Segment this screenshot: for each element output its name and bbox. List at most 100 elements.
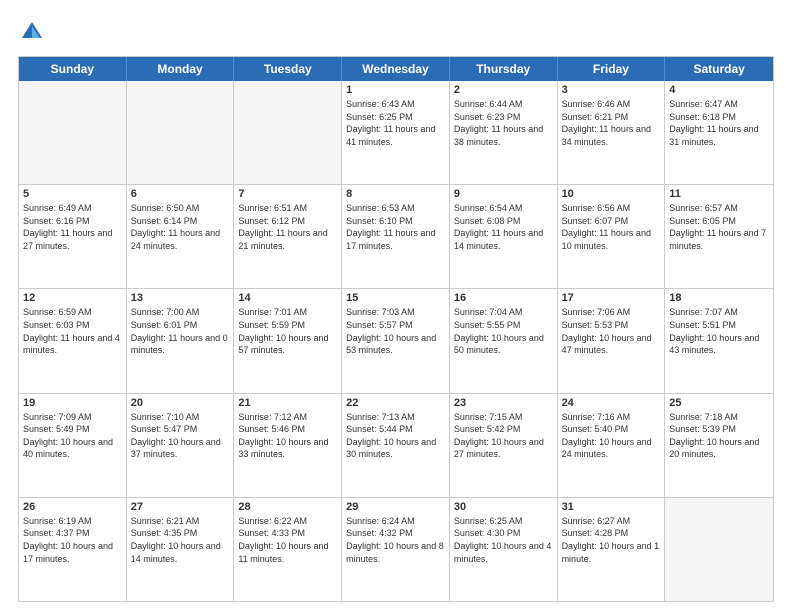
- day-info: Sunrise: 7:13 AM Sunset: 5:44 PM Dayligh…: [346, 411, 445, 461]
- day-number: 29: [346, 501, 445, 513]
- day-info: Sunrise: 6:49 AM Sunset: 6:16 PM Dayligh…: [23, 202, 122, 252]
- day-info: Sunrise: 6:43 AM Sunset: 6:25 PM Dayligh…: [346, 98, 445, 148]
- day-header-monday: Monday: [127, 57, 235, 81]
- day-number: 26: [23, 501, 122, 513]
- day-cell-2: 2 Sunrise: 6:44 AM Sunset: 6:23 PM Daylig…: [450, 81, 558, 184]
- day-number: 16: [454, 292, 553, 304]
- day-cell-31: 31 Sunrise: 6:27 AM Sunset: 4:28 PM Dayli…: [558, 498, 666, 601]
- day-cell-empty: [665, 498, 773, 601]
- day-info: Sunrise: 6:56 AM Sunset: 6:07 PM Dayligh…: [562, 202, 661, 252]
- day-number: 11: [669, 188, 769, 200]
- day-cell-empty: [234, 81, 342, 184]
- day-number: 31: [562, 501, 661, 513]
- day-number: 1: [346, 84, 445, 96]
- day-cell-21: 21 Sunrise: 7:12 AM Sunset: 5:46 PM Dayli…: [234, 394, 342, 497]
- day-header-sunday: Sunday: [19, 57, 127, 81]
- day-number: 10: [562, 188, 661, 200]
- day-number: 30: [454, 501, 553, 513]
- day-info: Sunrise: 7:12 AM Sunset: 5:46 PM Dayligh…: [238, 411, 337, 461]
- day-info: Sunrise: 6:47 AM Sunset: 6:18 PM Dayligh…: [669, 98, 769, 148]
- day-cell-11: 11Sunrise: 6:57 AM Sunset: 6:05 PM Dayli…: [665, 185, 773, 288]
- day-header-thursday: Thursday: [450, 57, 558, 81]
- day-number: 12: [23, 292, 122, 304]
- day-info: Sunrise: 6:53 AM Sunset: 6:10 PM Dayligh…: [346, 202, 445, 252]
- day-info: Sunrise: 7:09 AM Sunset: 5:49 PM Dayligh…: [23, 411, 122, 461]
- day-number: 17: [562, 292, 661, 304]
- calendar: SundayMondayTuesdayWednesdayThursdayFrid…: [18, 56, 774, 602]
- day-info: Sunrise: 6:50 AM Sunset: 6:14 PM Dayligh…: [131, 202, 230, 252]
- day-info: Sunrise: 7:18 AM Sunset: 5:39 PM Dayligh…: [669, 411, 769, 461]
- day-header-wednesday: Wednesday: [342, 57, 450, 81]
- day-info: Sunrise: 7:16 AM Sunset: 5:40 PM Dayligh…: [562, 411, 661, 461]
- calendar-body: 1 Sunrise: 6:43 AM Sunset: 6:25 PM Daylig…: [19, 81, 773, 601]
- day-number: 28: [238, 501, 337, 513]
- day-cell-22: 22 Sunrise: 7:13 AM Sunset: 5:44 PM Dayli…: [342, 394, 450, 497]
- day-info: Sunrise: 7:03 AM Sunset: 5:57 PM Dayligh…: [346, 306, 445, 356]
- day-cell-19: 19 Sunrise: 7:09 AM Sunset: 5:49 PM Dayli…: [19, 394, 127, 497]
- day-cell-5: 5 Sunrise: 6:49 AM Sunset: 6:16 PM Daylig…: [19, 185, 127, 288]
- day-cell-13: 13Sunrise: 7:00 AM Sunset: 6:01 PM Dayli…: [127, 289, 235, 392]
- day-cell-6: 6 Sunrise: 6:50 AM Sunset: 6:14 PM Daylig…: [127, 185, 235, 288]
- day-info: Sunrise: 6:27 AM Sunset: 4:28 PM Dayligh…: [562, 515, 661, 565]
- day-number: 14: [238, 292, 337, 304]
- day-cell-30: 30 Sunrise: 6:25 AM Sunset: 4:30 PM Dayli…: [450, 498, 558, 601]
- day-cell-1: 1 Sunrise: 6:43 AM Sunset: 6:25 PM Daylig…: [342, 81, 450, 184]
- day-header-friday: Friday: [558, 57, 666, 81]
- day-number: 6: [131, 188, 230, 200]
- day-number: 24: [562, 397, 661, 409]
- day-info: Sunrise: 7:01 AM Sunset: 5:59 PM Dayligh…: [238, 306, 337, 356]
- day-cell-28: 28Sunrise: 6:22 AM Sunset: 4:33 PM Dayli…: [234, 498, 342, 601]
- day-number: 3: [562, 84, 661, 96]
- week-row-3: 19 Sunrise: 7:09 AM Sunset: 5:49 PM Dayli…: [19, 393, 773, 497]
- day-headers: SundayMondayTuesdayWednesdayThursdayFrid…: [19, 57, 773, 81]
- day-number: 25: [669, 397, 769, 409]
- day-cell-9: 9Sunrise: 6:54 AM Sunset: 6:08 PM Daylig…: [450, 185, 558, 288]
- day-cell-20: 20 Sunrise: 7:10 AM Sunset: 5:47 PM Dayli…: [127, 394, 235, 497]
- day-cell-empty: [19, 81, 127, 184]
- day-info: Sunrise: 6:59 AM Sunset: 6:03 PM Dayligh…: [23, 306, 122, 356]
- day-cell-18: 18 Sunrise: 7:07 AM Sunset: 5:51 PM Dayli…: [665, 289, 773, 392]
- day-info: Sunrise: 6:24 AM Sunset: 4:32 PM Dayligh…: [346, 515, 445, 565]
- day-info: Sunrise: 7:06 AM Sunset: 5:53 PM Dayligh…: [562, 306, 661, 356]
- day-number: 19: [23, 397, 122, 409]
- day-number: 8: [346, 188, 445, 200]
- day-cell-7: 7Sunrise: 6:51 AM Sunset: 6:12 PM Daylig…: [234, 185, 342, 288]
- day-cell-14: 14 Sunrise: 7:01 AM Sunset: 5:59 PM Dayli…: [234, 289, 342, 392]
- day-number: 9: [454, 188, 553, 200]
- day-cell-17: 17 Sunrise: 7:06 AM Sunset: 5:53 PM Dayli…: [558, 289, 666, 392]
- week-row-1: 5 Sunrise: 6:49 AM Sunset: 6:16 PM Daylig…: [19, 184, 773, 288]
- day-info: Sunrise: 7:15 AM Sunset: 5:42 PM Dayligh…: [454, 411, 553, 461]
- logo-icon: [18, 18, 46, 46]
- day-cell-12: 12 Sunrise: 6:59 AM Sunset: 6:03 PM Dayli…: [19, 289, 127, 392]
- day-info: Sunrise: 7:07 AM Sunset: 5:51 PM Dayligh…: [669, 306, 769, 356]
- day-cell-10: 10 Sunrise: 6:56 AM Sunset: 6:07 PM Dayli…: [558, 185, 666, 288]
- day-info: Sunrise: 6:44 AM Sunset: 6:23 PM Dayligh…: [454, 98, 553, 148]
- day-cell-24: 24 Sunrise: 7:16 AM Sunset: 5:40 PM Dayli…: [558, 394, 666, 497]
- day-info: Sunrise: 6:25 AM Sunset: 4:30 PM Dayligh…: [454, 515, 553, 565]
- day-number: 15: [346, 292, 445, 304]
- day-cell-15: 15 Sunrise: 7:03 AM Sunset: 5:57 PM Dayli…: [342, 289, 450, 392]
- day-header-saturday: Saturday: [665, 57, 773, 81]
- header: [18, 18, 774, 46]
- day-cell-23: 23 Sunrise: 7:15 AM Sunset: 5:42 PM Dayli…: [450, 394, 558, 497]
- day-cell-26: 26Sunrise: 6:19 AM Sunset: 4:37 PM Dayli…: [19, 498, 127, 601]
- week-row-2: 12 Sunrise: 6:59 AM Sunset: 6:03 PM Dayli…: [19, 288, 773, 392]
- day-number: 20: [131, 397, 230, 409]
- day-number: 23: [454, 397, 553, 409]
- day-number: 4: [669, 84, 769, 96]
- day-cell-29: 29 Sunrise: 6:24 AM Sunset: 4:32 PM Dayli…: [342, 498, 450, 601]
- logo: [18, 18, 50, 46]
- day-number: 22: [346, 397, 445, 409]
- day-number: 5: [23, 188, 122, 200]
- page: SundayMondayTuesdayWednesdayThursdayFrid…: [0, 0, 792, 612]
- day-info: Sunrise: 6:21 AM Sunset: 4:35 PM Dayligh…: [131, 515, 230, 565]
- day-number: 27: [131, 501, 230, 513]
- day-number: 18: [669, 292, 769, 304]
- day-info: Sunrise: 6:46 AM Sunset: 6:21 PM Dayligh…: [562, 98, 661, 148]
- day-number: 2: [454, 84, 553, 96]
- day-cell-16: 16Sunrise: 7:04 AM Sunset: 5:55 PM Dayli…: [450, 289, 558, 392]
- day-cell-3: 3 Sunrise: 6:46 AM Sunset: 6:21 PM Daylig…: [558, 81, 666, 184]
- day-info: Sunrise: 7:10 AM Sunset: 5:47 PM Dayligh…: [131, 411, 230, 461]
- day-number: 21: [238, 397, 337, 409]
- day-number: 7: [238, 188, 337, 200]
